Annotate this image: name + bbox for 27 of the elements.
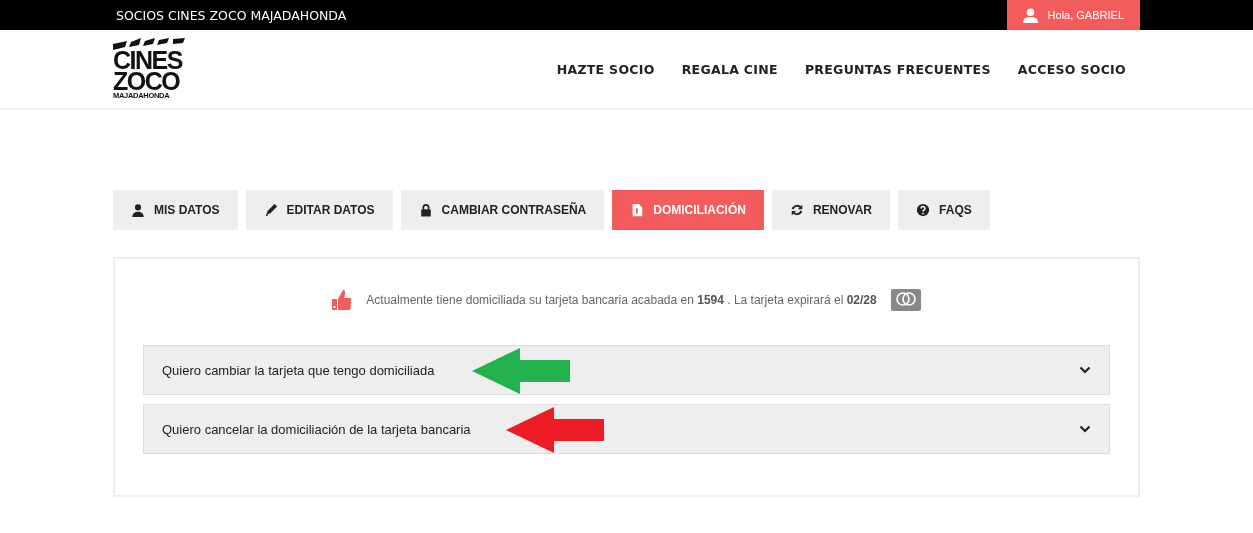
card-brand-icon	[890, 289, 921, 311]
pencil-icon	[263, 203, 278, 217]
card-notice: Actualmente tiene domiciliada su tarjeta bancaria acabada en 1594 . La tarjeta expirará el 02/28	[366, 293, 877, 307]
nav-link[interactable]: HAZTE SOCIO	[556, 61, 655, 77]
tab[interactable]: CAMBIAR CONTRASEÑA	[400, 190, 605, 230]
user-icon	[131, 203, 145, 217]
tab[interactable]: FAQS	[898, 190, 990, 230]
chevron-icon	[1079, 366, 1091, 374]
chevron-icon	[1079, 425, 1091, 433]
nav-link[interactable]: PREGUNTAS FRECUENTES	[804, 61, 991, 77]
accordion-header[interactable]: Quiero cambiar la tarjeta que tengo domiciliada	[143, 345, 1110, 395]
refresh-icon	[789, 203, 804, 217]
clapperboard-icon	[113, 37, 185, 50]
nav-link[interactable]: ACCESO SOCIO	[1017, 61, 1126, 77]
lock-icon	[418, 203, 433, 217]
tab[interactable]: EDITAR DATOS	[245, 190, 393, 230]
document-icon	[630, 203, 645, 217]
logo-text: CINES	[113, 49, 182, 71]
user-icon	[1022, 7, 1038, 23]
nav-link[interactable]: REGALA CINE	[681, 61, 778, 77]
thumbs-up-icon	[332, 289, 353, 311]
logo-text: ZOCO	[113, 70, 180, 93]
accordion-header[interactable]: Quiero cancelar la domiciliación de la tarjeta bancaria	[143, 404, 1110, 454]
question-icon	[916, 203, 931, 217]
site-title: SOCIOS CINES ZOCO MAJADAHONDA	[115, 7, 347, 23]
tab[interactable]: RENOVAR	[771, 190, 891, 230]
tab[interactable]: MIS DATOS	[113, 190, 238, 230]
